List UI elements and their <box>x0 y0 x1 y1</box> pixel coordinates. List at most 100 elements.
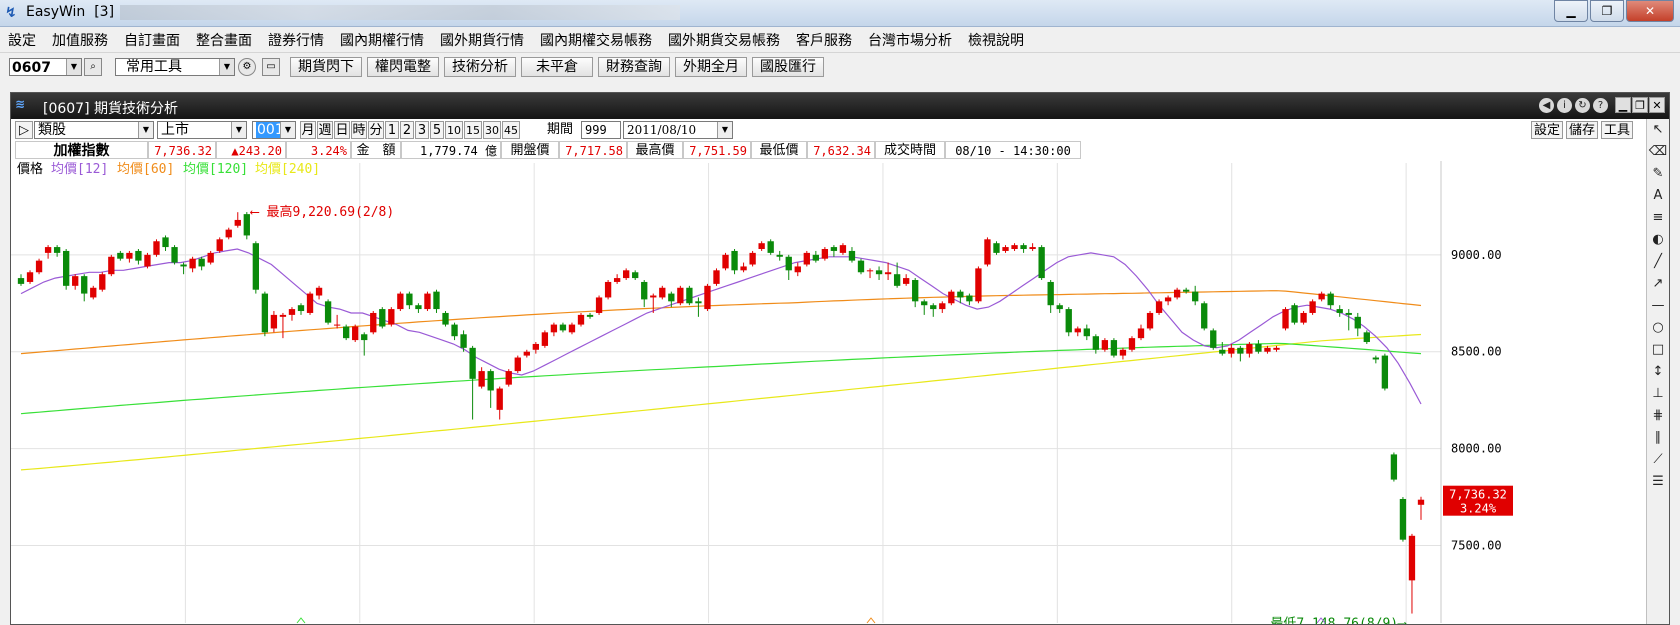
candle-body[interactable] <box>1011 245 1018 250</box>
market-select[interactable]: 上市 ▼ <box>157 121 247 139</box>
candle-body[interactable] <box>370 312 377 333</box>
period-button-6[interactable]: 2 <box>400 121 414 139</box>
info-icon[interactable]: i <box>1557 98 1572 113</box>
candle-body[interactable] <box>1092 336 1099 350</box>
symbol-code-input[interactable]: 0607 ▼ <box>9 58 82 76</box>
line-icon[interactable]: ╱ <box>1647 251 1669 273</box>
candle-body[interactable] <box>912 280 919 302</box>
search-icon[interactable]: ⌕ <box>84 58 102 76</box>
candle-body[interactable] <box>1237 347 1244 354</box>
candle-body[interactable] <box>1219 349 1226 354</box>
candle-body[interactable] <box>749 252 756 265</box>
candle-body[interactable] <box>1327 293 1334 306</box>
menu-customer-service[interactable]: 客戶服務 <box>788 27 860 50</box>
candle-body[interactable] <box>866 270 874 272</box>
candle-body[interactable] <box>650 295 657 298</box>
candle-body[interactable] <box>478 371 485 387</box>
candle-body[interactable] <box>659 287 666 298</box>
candle-body[interactable] <box>1390 454 1398 480</box>
candle-body[interactable] <box>839 245 847 253</box>
candle-body[interactable] <box>81 276 88 294</box>
candle-body[interactable] <box>948 291 955 304</box>
candle-body[interactable] <box>487 371 494 391</box>
candle-body[interactable] <box>641 281 648 300</box>
period-button-5[interactable]: 1 <box>385 121 399 139</box>
candle-body[interactable] <box>361 334 368 341</box>
toolbar-button-stock-fx[interactable]: 國股匯行 <box>752 57 824 77</box>
settings-button[interactable]: 設定 <box>1531 121 1563 139</box>
candle-body[interactable] <box>1020 245 1027 250</box>
candle-body[interactable] <box>1056 305 1063 310</box>
candle-body[interactable] <box>1002 247 1009 251</box>
candle-body[interactable] <box>261 293 269 333</box>
candle-body[interactable] <box>1264 347 1271 352</box>
pen-icon[interactable]: ✎ <box>1647 163 1669 185</box>
candle-body[interactable] <box>1201 303 1208 329</box>
menu-foreign-trading-account[interactable]: 國外期貨交易帳務 <box>660 27 788 50</box>
candle-body[interactable] <box>1038 247 1045 279</box>
play-icon[interactable]: ▷ <box>15 121 33 139</box>
candle-body[interactable] <box>162 237 169 248</box>
candle-body[interactable] <box>875 270 883 275</box>
refresh-icon[interactable]: ↻ <box>1575 98 1590 113</box>
candle-body[interactable] <box>315 287 323 296</box>
toolbar-button-foreign-full-month[interactable]: 外期全月 <box>675 57 747 77</box>
minimize-button[interactable]: ▁ <box>1615 97 1631 113</box>
help-icon[interactable]: ? <box>1593 98 1608 113</box>
chevron-down-icon[interactable]: ▼ <box>219 59 234 75</box>
candle-body[interactable] <box>1363 332 1370 343</box>
candle-body[interactable] <box>1336 309 1343 313</box>
gear-icon[interactable]: ⚙ <box>238 58 256 76</box>
date-picker[interactable]: 2011/08/10 ▼ <box>623 121 733 139</box>
candle-body[interactable] <box>1173 289 1181 298</box>
candle-body[interactable] <box>90 287 97 298</box>
toolbar-button-options-flash[interactable]: 權閃電整 <box>367 57 439 77</box>
candle-body[interactable] <box>17 278 25 284</box>
candle-body[interactable] <box>144 254 151 267</box>
candle-body[interactable] <box>1210 330 1217 348</box>
candle-body[interactable] <box>35 260 43 273</box>
candle-body[interactable] <box>234 219 241 226</box>
candle-body[interactable] <box>1381 355 1389 389</box>
candle-body[interactable] <box>26 272 34 282</box>
candle-body[interactable] <box>288 309 296 315</box>
candle-body[interactable] <box>884 272 892 275</box>
category-select[interactable]: 類股 ▼ <box>34 121 154 139</box>
candle-body[interactable] <box>1399 498 1407 540</box>
horizontal-lines-icon[interactable]: ≡ <box>1647 207 1669 229</box>
candle-body[interactable] <box>984 239 991 265</box>
candle-body[interactable] <box>180 264 187 267</box>
candle-body[interactable] <box>1372 357 1379 360</box>
candle-body[interactable] <box>379 309 386 327</box>
candle-body[interactable] <box>939 303 946 310</box>
period-button-3[interactable]: 時 <box>351 121 367 139</box>
candle-body[interactable] <box>848 250 856 261</box>
restore-button[interactable]: ❐ <box>1632 97 1648 113</box>
menu-value-added[interactable]: 加值服務 <box>44 27 116 50</box>
candle-body[interactable] <box>243 214 250 236</box>
candle-body[interactable] <box>216 239 223 251</box>
candle-body[interactable] <box>668 293 675 302</box>
candle-body[interactable] <box>279 314 287 317</box>
palette-icon[interactable]: ◐ <box>1647 229 1669 251</box>
candle-body[interactable] <box>198 258 205 267</box>
candle-body[interactable] <box>532 343 539 350</box>
period-button-12[interactable]: 45 <box>502 121 520 139</box>
candle-body[interactable] <box>713 270 720 284</box>
candle-body[interactable] <box>270 314 278 329</box>
arrow-line-icon[interactable]: ↗ <box>1647 273 1669 295</box>
candle-body[interactable] <box>53 247 61 253</box>
candle-body[interactable] <box>903 278 910 284</box>
candle-body[interactable] <box>577 314 585 325</box>
period-code-select[interactable]: 001 ▼ <box>252 121 296 139</box>
eraser-icon[interactable]: ⌫ <box>1647 141 1669 163</box>
circle-icon[interactable]: ○ <box>1647 317 1669 339</box>
candle-body[interactable] <box>1192 291 1199 302</box>
candle-body[interactable] <box>297 305 305 312</box>
candle-body[interactable] <box>812 254 819 261</box>
candle-body[interactable] <box>632 272 639 279</box>
grid-icon[interactable]: ⋕ <box>1647 405 1669 427</box>
candle-body[interactable] <box>1029 247 1036 250</box>
candle-body[interactable] <box>171 247 178 263</box>
candle-body[interactable] <box>595 297 603 313</box>
